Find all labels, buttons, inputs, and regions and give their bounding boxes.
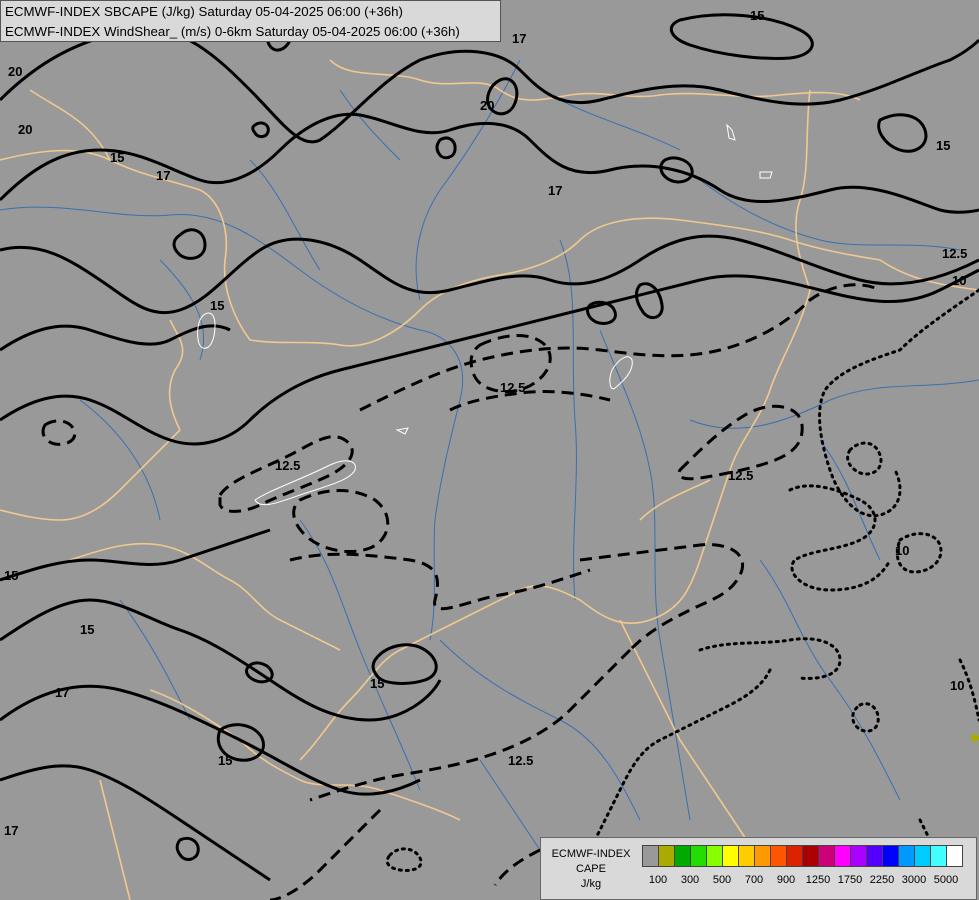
header-line-cape: ECMWF-INDEX SBCAPE (J/kg) Saturday 05-04… — [5, 4, 403, 19]
legend-tick-label: 300 — [680, 874, 700, 886]
contour-label: 17 — [4, 823, 18, 838]
map-canvas: 20 20 20 17 17 17 17 17 15 15 15 15 15 1… — [0, 8, 979, 900]
contour-label: 15 — [80, 622, 94, 637]
legend-tick-label: 500 — [712, 874, 732, 886]
contour-label: 15 — [936, 138, 950, 153]
legend-swatch — [786, 845, 803, 867]
legend-tick-label: 1250 — [805, 874, 831, 886]
windshear-contours-dashed — [41, 283, 881, 900]
contour-label: 12.5 — [942, 246, 967, 261]
contour-label: 15 — [750, 8, 764, 23]
legend-swatch — [834, 845, 851, 867]
legend-tick-label: 5000 — [933, 874, 959, 886]
legend-swatch — [674, 845, 691, 867]
contour-label: 12.5 — [728, 468, 753, 483]
contour-label: 17 — [512, 31, 526, 46]
legend-swatch — [642, 845, 659, 867]
legend-swatch — [738, 845, 755, 867]
contour-label: 17 — [55, 685, 69, 700]
contour-label: 15 — [4, 568, 18, 583]
contour-label: 15 — [210, 298, 224, 313]
legend-swatch — [754, 845, 771, 867]
legend-tick-label: 900 — [776, 874, 796, 886]
legend-swatch — [930, 845, 947, 867]
legend-swatch — [658, 845, 675, 867]
contour-label: 20 — [8, 64, 22, 79]
legend-color-scale — [642, 845, 963, 867]
contour-label: 10 — [895, 543, 909, 558]
contour-label: 12.5 — [500, 380, 525, 395]
legend-swatch — [690, 845, 707, 867]
contour-label: 17 — [548, 183, 562, 198]
legend-tick-label: 3000 — [901, 874, 927, 886]
contour-label: 10 — [950, 678, 964, 693]
legend-swatch — [722, 845, 739, 867]
legend-swatch — [946, 845, 963, 867]
legend-swatch — [706, 845, 723, 867]
cape-legend: ECMWF-INDEX CAPE J/kg 100 300 500 700 900 125… — [540, 837, 977, 900]
contour-label: 20 — [480, 98, 494, 113]
contour-label: 20 — [18, 122, 32, 137]
windshear-contours-solid — [0, 13, 979, 882]
legend-unit: J/kg — [580, 878, 602, 890]
legend-title-line: CAPE — [576, 863, 606, 875]
contour-labels: 20 20 20 17 17 17 17 17 15 15 15 15 15 1… — [4, 8, 967, 838]
legend-tick-label: 700 — [744, 874, 764, 886]
legend-swatch — [850, 845, 867, 867]
legend-swatch — [770, 845, 787, 867]
legend-tick-label: 1750 — [837, 874, 863, 886]
legend-title: ECMWF-INDEX CAPE J/kg — [543, 847, 639, 892]
contour-label: 15 — [110, 150, 124, 165]
legend-swatch — [866, 845, 883, 867]
contour-label: 12.5 — [508, 753, 533, 768]
legend-swatch — [802, 845, 819, 867]
contour-label: 15 — [370, 676, 384, 691]
legend-tick-label: 2250 — [869, 874, 895, 886]
contour-label: 17 — [156, 168, 170, 183]
contour-label: 10 — [952, 273, 966, 288]
map-marker — [971, 734, 979, 742]
legend-swatch — [882, 845, 899, 867]
legend-swatch — [818, 845, 835, 867]
contour-label: 15 — [218, 753, 232, 768]
legend-tick-label: 100 — [648, 874, 668, 886]
weather-map: 20 20 20 17 17 17 17 17 15 15 15 15 15 1… — [0, 0, 979, 900]
legend-tick-labels: 100 300 500 700 900 1250 1750 2250 3000 5000 — [642, 874, 972, 890]
map-header: ECMWF-INDEX SBCAPE (J/kg) Saturday 05-04… — [0, 0, 501, 42]
legend-swatch — [914, 845, 931, 867]
contour-label: 12.5 — [275, 458, 300, 473]
rivers — [0, 59, 979, 851]
legend-swatch — [898, 845, 915, 867]
legend-title-line: ECMWF-INDEX — [551, 848, 631, 860]
header-line-windshear: ECMWF-INDEX WindShear_ (m/s) 0-6km Satur… — [5, 24, 460, 39]
